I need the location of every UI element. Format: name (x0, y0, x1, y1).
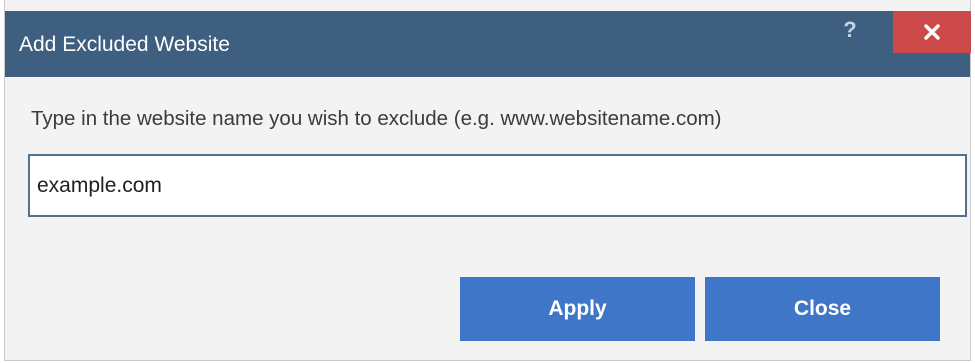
website-input-container (28, 154, 967, 217)
close-button[interactable]: Close (705, 277, 940, 341)
close-icon (924, 24, 940, 40)
window-close-button[interactable] (893, 11, 971, 53)
dialog-title: Add Excluded Website (19, 33, 230, 56)
instruction-text: Type in the website name you wish to exc… (31, 107, 722, 130)
title-bar: Add Excluded Website ? (5, 11, 971, 77)
help-button[interactable]: ? (823, 11, 877, 53)
add-excluded-website-dialog: Add Excluded Website ? Type in the websi… (4, 0, 971, 361)
website-input[interactable] (30, 156, 965, 215)
apply-button[interactable]: Apply (460, 277, 695, 341)
